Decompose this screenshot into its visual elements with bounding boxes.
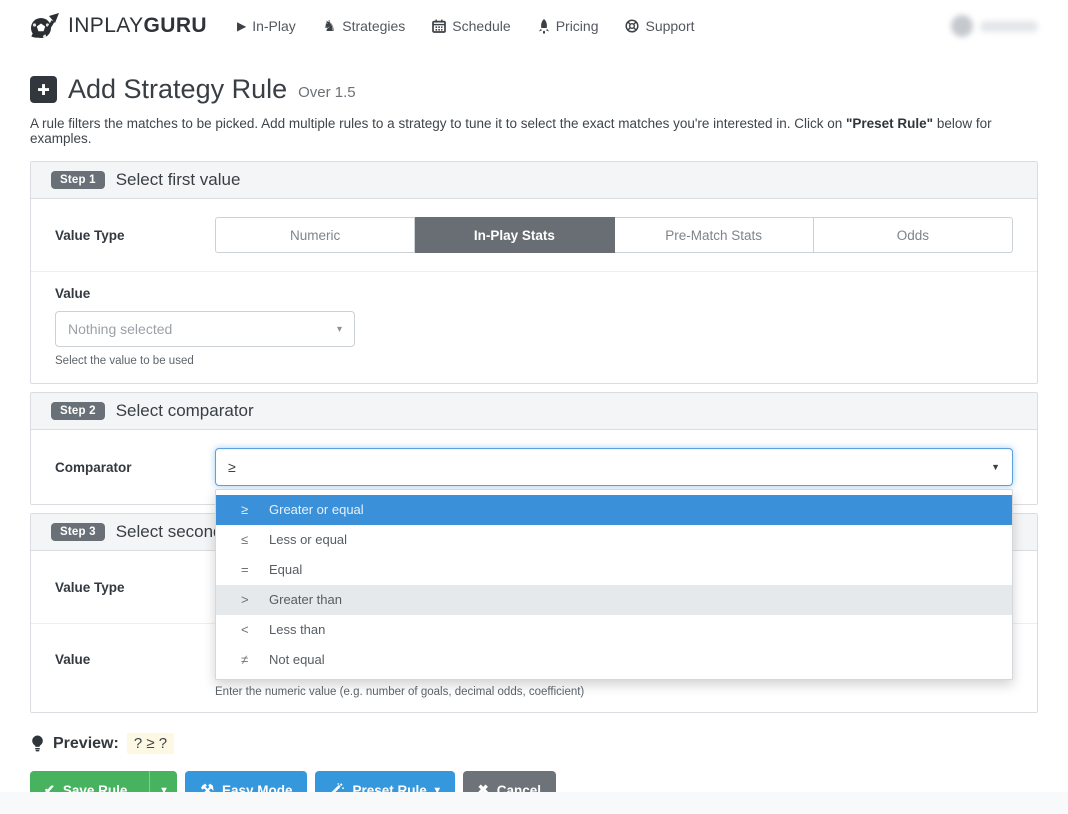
neq-symbol: ≠ [241, 652, 253, 668]
step1-value-type-row: Value Type Numeric In-Play Stats Pre-Mat… [31, 199, 1037, 271]
caret-down-icon: ▾ [337, 324, 342, 335]
value-label: Value [55, 286, 1013, 301]
value-type-label: Value Type [55, 228, 215, 243]
option-label: Less than [269, 622, 325, 638]
brand-name: INPLAYGURU [68, 14, 207, 38]
nav-label: Strategies [342, 18, 405, 34]
nav-item-inplay[interactable]: ▶ In-Play [237, 17, 296, 35]
preview-label: Preview: [53, 735, 119, 753]
value-select[interactable]: Nothing selected ▾ [55, 311, 355, 347]
strategies-icon: ♞ [323, 17, 336, 35]
play-icon: ▶ [237, 19, 246, 33]
comparator-label: Comparator [55, 460, 215, 475]
comparator-select[interactable]: ≥ ▼ [215, 448, 1013, 486]
option-greater-or-equal[interactable]: ≥ Greater or equal [216, 495, 1012, 525]
eq-symbol: = [241, 562, 253, 578]
value-type-group: Numeric In-Play Stats Pre-Match Stats Od… [215, 217, 1013, 253]
nav-links: ▶ In-Play ♞ Strategies Schedule [237, 17, 695, 35]
value-label: Value [55, 642, 215, 667]
value-type-inplay-stats-button[interactable]: In-Play Stats [415, 217, 614, 253]
comparator-selected-value: ≥ [228, 459, 236, 475]
nav-item-strategies[interactable]: ♞ Strategies [323, 17, 406, 35]
caret-down-icon: ▼ [991, 462, 1000, 472]
rocket-icon [538, 19, 550, 34]
option-less-or-equal[interactable]: ≤ Less or equal [216, 525, 1012, 555]
comparator-dropdown: ≥ Greater or equal ≤ Less or equal = Equ… [215, 489, 1013, 680]
nav-label: Support [645, 18, 694, 34]
description-text: A rule filters the matches to be picked.… [30, 116, 846, 131]
value-type-prematch-stats-button[interactable]: Pre-Match Stats [615, 217, 814, 253]
value-type-numeric-button[interactable]: Numeric [215, 217, 415, 253]
step3-badge: Step 3 [51, 523, 105, 541]
user-menu[interactable] [951, 15, 1038, 37]
value-type-odds-button[interactable]: Odds [814, 217, 1013, 253]
life-ring-icon [625, 19, 639, 33]
option-not-equal[interactable]: ≠ Not equal [216, 645, 1012, 675]
lte-symbol: ≤ [241, 532, 253, 548]
description-bold: "Preset Rule" [846, 116, 933, 131]
step2-panel: Step 2 Select comparator Comparator ≥ ▼ … [30, 392, 1038, 505]
option-label: Greater than [269, 592, 342, 608]
footer-strip [0, 792, 1068, 814]
nav-item-support[interactable]: Support [625, 17, 694, 35]
gt-symbol: > [241, 592, 253, 608]
option-label: Less or equal [269, 532, 347, 548]
main-content: ✚ Add Strategy Rule Over 1.5 A rule filt… [0, 74, 1068, 809]
value-help-text: Select the value to be used [55, 355, 1013, 367]
value-type-label: Value Type [55, 580, 215, 595]
option-label: Not equal [269, 652, 325, 668]
numeric-value-help-text: Enter the numeric value (e.g. number of … [215, 686, 1013, 698]
nav-item-pricing[interactable]: Pricing [538, 17, 599, 35]
page-description: A rule filters the matches to be picked.… [30, 116, 1038, 146]
option-greater-than[interactable]: > Greater than [216, 585, 1012, 615]
step1-value-section: Value Nothing selected ▾ Select the valu… [31, 272, 1037, 383]
step1-panel: Step 1 Select first value Value Type Num… [30, 161, 1038, 384]
nav-label: Schedule [452, 18, 510, 34]
strategy-name: Over 1.5 [298, 84, 356, 101]
step2-header: Step 2 Select comparator [31, 393, 1037, 430]
rule-preview: Preview: ? ≥ ? [30, 733, 1038, 754]
nav-label: In-Play [252, 18, 296, 34]
lt-symbol: < [241, 622, 253, 638]
brand-logo[interactable]: INPLAYGURU [30, 12, 207, 40]
step1-title: Select first value [116, 170, 241, 190]
nav-item-schedule[interactable]: Schedule [432, 17, 510, 35]
preview-expression: ? ≥ ? [127, 733, 174, 754]
option-less-than[interactable]: < Less than [216, 615, 1012, 645]
avatar [951, 15, 973, 37]
option-equal[interactable]: = Equal [216, 555, 1012, 585]
soccer-ball-arrow-logo-icon [30, 12, 60, 40]
step1-badge: Step 1 [51, 171, 105, 189]
step2-badge: Step 2 [51, 402, 105, 420]
lightbulb-icon [30, 735, 45, 753]
calendar-icon [432, 19, 446, 33]
value-select-placeholder: Nothing selected [68, 321, 172, 337]
user-name-redacted [980, 21, 1038, 32]
plus-square-icon: ✚ [30, 76, 57, 103]
option-label: Equal [269, 562, 302, 578]
gte-symbol: ≥ [241, 502, 253, 518]
page-title: ✚ Add Strategy Rule Over 1.5 [30, 74, 1038, 105]
step1-header: Step 1 Select first value [31, 162, 1037, 199]
page-title-text: Add Strategy Rule [68, 74, 287, 105]
nav-label: Pricing [556, 18, 599, 34]
step2-comparator-row: Comparator ≥ ▼ ≥ Greater or equal ≤ Less… [31, 430, 1037, 504]
navbar: INPLAYGURU ▶ In-Play ♞ Strategies Schedu [0, 0, 1068, 52]
comparator-select-wrap: ≥ ▼ ≥ Greater or equal ≤ Less or equal =… [215, 448, 1013, 486]
step2-title: Select comparator [116, 401, 254, 421]
option-label: Greater or equal [269, 502, 364, 518]
